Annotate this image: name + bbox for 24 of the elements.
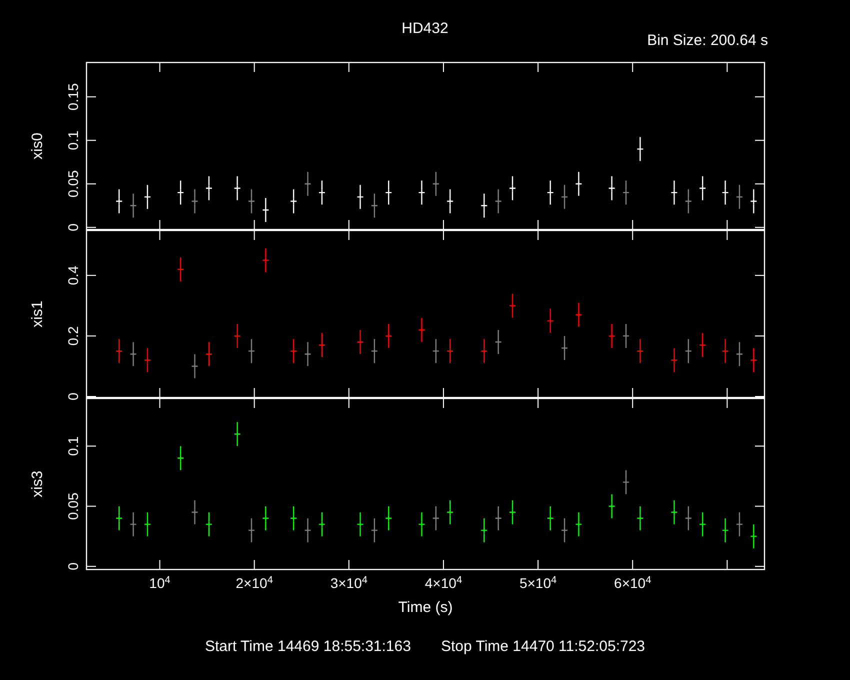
y-tick-label: 0.1 xyxy=(65,130,81,150)
y-tick-label: 0 xyxy=(65,224,81,232)
start-time-label: Start Time 14469 18:55:31:163 xyxy=(204,637,411,657)
stop-time-label: Stop Time 14470 11:52:05:723 xyxy=(440,637,646,657)
y-tick-label: 0.2 xyxy=(65,326,81,346)
y-tick-label: 0 xyxy=(65,562,81,570)
x-tick-label: 3×10$^{4}$ xyxy=(329,576,368,590)
x-tick-label: 5×10$^{4}$ xyxy=(518,576,558,590)
plot-title: HD432 xyxy=(400,19,450,39)
bin-size-label: Bin Size: 200.64 s xyxy=(647,31,768,51)
y-tick-label: 0.05 xyxy=(65,492,81,520)
y-axis-label: xis1 xyxy=(29,300,46,328)
x-tick-label: 2×10$^{4}$ xyxy=(234,576,274,590)
y-tick-label: 0.1 xyxy=(65,436,81,456)
y-tick-label: 0.4 xyxy=(65,266,81,286)
y-tick-label: 0 xyxy=(65,392,81,400)
y-tick-label: 0.05 xyxy=(65,170,81,198)
x-tick-label: 10$^{4}$ xyxy=(148,576,172,590)
x-tick-label: 6×10$^{4}$ xyxy=(613,576,652,590)
x-tick-label: 4×10$^{4}$ xyxy=(424,576,463,590)
y-axis-label: xis3 xyxy=(29,470,46,498)
y-axis-label: xis0 xyxy=(29,132,46,160)
x-axis-label: Time (s) xyxy=(397,598,454,618)
y-tick-label: 0.15 xyxy=(65,83,81,110)
